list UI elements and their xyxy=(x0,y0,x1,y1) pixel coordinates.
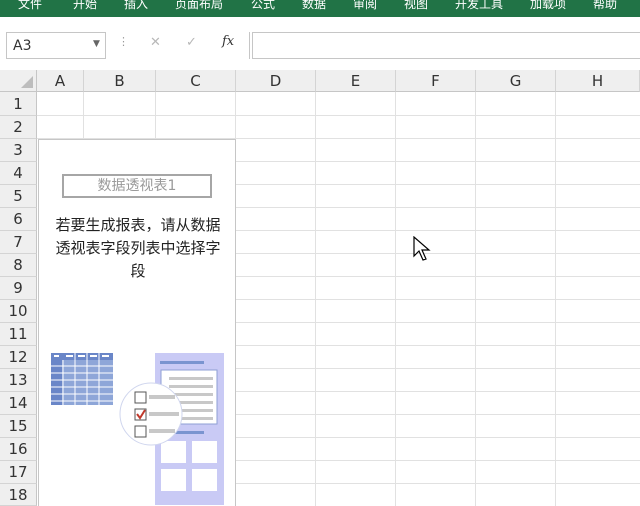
pivot-instruction-line: 段 xyxy=(130,262,146,280)
row-header-18[interactable]: 18 xyxy=(0,484,37,506)
formula-input[interactable] xyxy=(252,32,640,59)
gridline xyxy=(236,253,640,254)
column-header-h[interactable]: H xyxy=(556,70,640,92)
gridline xyxy=(236,299,640,300)
row-header-8[interactable]: 8 xyxy=(0,254,37,277)
tab-data[interactable]: 数据 xyxy=(302,0,326,12)
row-header-9[interactable]: 9 xyxy=(0,277,37,300)
column-header-c[interactable]: C xyxy=(156,70,236,92)
mouse-pointer-icon xyxy=(413,236,431,261)
row-header-17[interactable]: 17 xyxy=(0,461,37,484)
divider xyxy=(249,32,250,59)
enter-check-icon[interactable]: ✓ xyxy=(186,35,197,50)
chevron-down-icon[interactable]: ▼ xyxy=(93,39,100,49)
row-header-3[interactable]: 3 xyxy=(0,139,37,162)
row-header-4[interactable]: 4 xyxy=(0,162,37,185)
tab-review[interactable]: 审阅 xyxy=(353,0,377,12)
pivot-table-name: 数据透视表1 xyxy=(62,174,212,198)
name-box[interactable]: A3 ▼ xyxy=(6,32,106,59)
gridline xyxy=(236,230,640,231)
tab-view[interactable]: 视图 xyxy=(404,0,428,12)
column-header-g[interactable]: G xyxy=(476,70,556,92)
select-all-triangle-icon xyxy=(21,76,33,88)
row-header-14[interactable]: 14 xyxy=(0,392,37,415)
pivot-instruction-text: 若要生成报表，请从数据 透视表字段列表中选择字 段 xyxy=(45,214,231,283)
table-grid-icon xyxy=(51,353,113,405)
row-header-10[interactable]: 10 xyxy=(0,300,37,323)
row-header-11[interactable]: 11 xyxy=(0,323,37,346)
tab-file[interactable]: 文件 xyxy=(18,0,42,12)
checklist-circle-icon xyxy=(119,382,183,446)
row-header-5[interactable]: 5 xyxy=(0,185,37,208)
gridline xyxy=(236,391,640,392)
gridline xyxy=(236,460,640,461)
tab-home[interactable]: 开始 xyxy=(73,0,97,12)
column-header-e[interactable]: E xyxy=(316,70,396,92)
gridline xyxy=(236,322,640,323)
row-header-12[interactable]: 12 xyxy=(0,346,37,369)
pivot-illustration xyxy=(51,353,224,505)
select-all-button[interactable] xyxy=(0,70,37,92)
row-header-6[interactable]: 6 xyxy=(0,208,37,231)
gridline xyxy=(236,276,640,277)
tab-page-layout[interactable]: 页面布局 xyxy=(175,0,223,12)
column-header-a[interactable]: A xyxy=(37,70,84,92)
column-header-d[interactable]: D xyxy=(236,70,316,92)
formula-bar: A3 ▼ ⋮ ✕ ✓ fx xyxy=(0,17,640,70)
row-header-1[interactable]: 1 xyxy=(0,92,37,116)
gridline xyxy=(236,207,640,208)
gridline xyxy=(236,483,640,484)
more-vertical-icon[interactable]: ⋮ xyxy=(118,35,129,48)
row-header-2[interactable]: 2 xyxy=(0,116,37,139)
pivot-table-placeholder[interactable]: 数据透视表1 若要生成报表，请从数据 透视表字段列表中选择字 段 xyxy=(38,139,236,506)
row-header-7[interactable]: 7 xyxy=(0,231,37,254)
row-header-15[interactable]: 15 xyxy=(0,415,37,438)
name-box-value: A3 xyxy=(13,38,32,54)
tab-help[interactable]: 帮助 xyxy=(593,0,617,12)
gridline xyxy=(236,368,640,369)
gridline xyxy=(236,437,640,438)
pivot-instruction-line: 透视表字段列表中选择字 xyxy=(55,239,221,257)
row-header-13[interactable]: 13 xyxy=(0,369,37,392)
tab-formulas[interactable]: 公式 xyxy=(251,0,275,12)
column-header-b[interactable]: B xyxy=(84,70,156,92)
gridline xyxy=(236,414,640,415)
ribbon-tabs: 文件 开始 插入 页面布局 公式 数据 审阅 视图 开发工具 加载项 帮助 xyxy=(0,0,640,17)
tab-developer[interactable]: 开发工具 xyxy=(455,0,503,12)
cancel-icon[interactable]: ✕ xyxy=(150,35,161,50)
tab-insert[interactable]: 插入 xyxy=(124,0,148,12)
row-header-16[interactable]: 16 xyxy=(0,438,37,461)
gridline xyxy=(236,161,640,162)
tab-addins[interactable]: 加载项 xyxy=(530,0,566,12)
gridline xyxy=(37,115,640,116)
column-header-f[interactable]: F xyxy=(396,70,476,92)
gridline xyxy=(236,345,640,346)
worksheet-grid[interactable]: A B C D E F G H 1 2 3 4 5 6 7 8 9 10 11 … xyxy=(0,70,640,506)
insert-function-icon[interactable]: fx xyxy=(222,34,234,49)
pivot-instruction-line: 若要生成报表，请从数据 xyxy=(55,216,221,234)
gridline xyxy=(236,184,640,185)
